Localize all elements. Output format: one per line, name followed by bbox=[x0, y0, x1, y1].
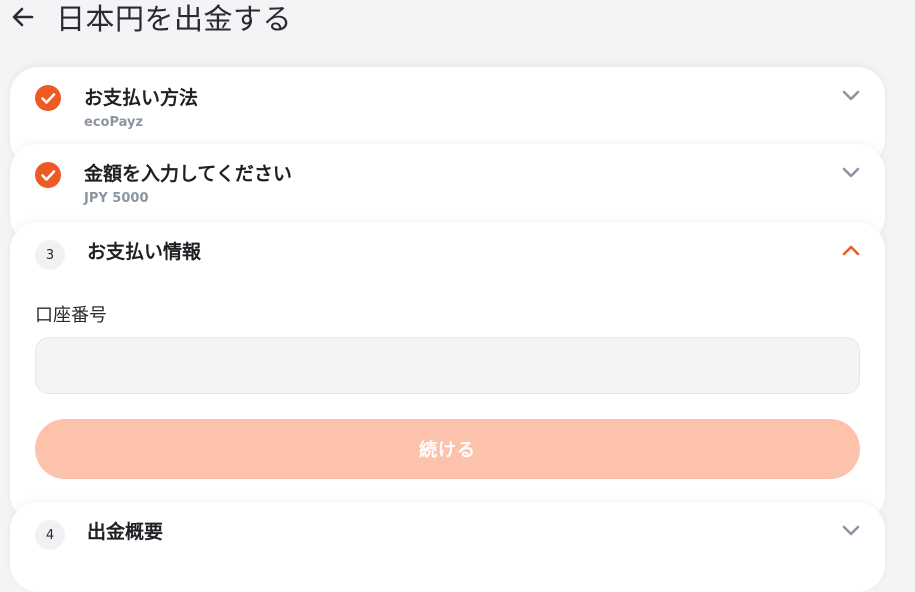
chevron-up-icon[interactable] bbox=[841, 243, 861, 257]
continue-button[interactable]: 続ける bbox=[35, 419, 860, 479]
step-subtitle: JPY 5000 bbox=[84, 191, 149, 206]
check-icon bbox=[41, 170, 56, 181]
step-completed-badge bbox=[35, 162, 61, 188]
account-number-input[interactable] bbox=[35, 337, 860, 394]
page-header: 日本円を出金する bbox=[0, 0, 915, 40]
check-icon bbox=[41, 93, 56, 104]
chevron-down-icon[interactable] bbox=[841, 165, 861, 179]
step-number-badge: 3 bbox=[35, 240, 65, 270]
step-title: お支払い情報 bbox=[87, 241, 202, 263]
step-title: お支払い方法 bbox=[84, 87, 199, 109]
chevron-down-icon[interactable] bbox=[841, 523, 861, 537]
account-number-label: 口座番号 bbox=[35, 305, 107, 326]
step-number-badge: 4 bbox=[35, 520, 65, 550]
step-title: 金額を入力してください bbox=[84, 163, 292, 185]
step-subtitle: ecoPayz bbox=[84, 115, 144, 130]
chevron-down-icon[interactable] bbox=[841, 88, 861, 102]
page-title: 日本円を出金する bbox=[56, 2, 293, 36]
step-card-payment-info: 3 お支払い情報 口座番号 続ける bbox=[10, 222, 885, 522]
step-title: 出金概要 bbox=[87, 521, 164, 543]
step-completed-badge bbox=[35, 85, 61, 111]
arrow-left-icon[interactable] bbox=[8, 2, 38, 32]
step-card-withdrawal-summary[interactable]: 4 出金概要 bbox=[10, 502, 885, 592]
